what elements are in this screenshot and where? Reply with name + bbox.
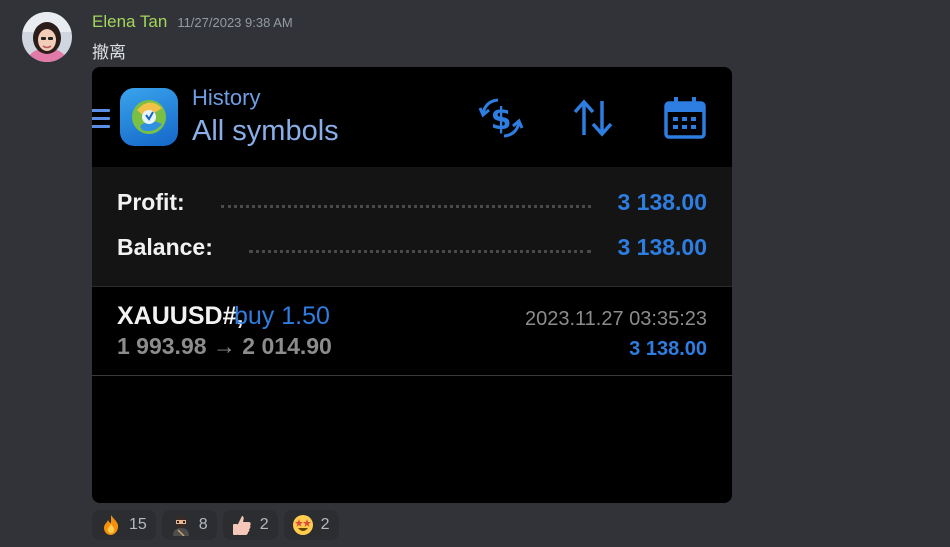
- reaction-thumbs-up[interactable]: 2: [222, 510, 278, 540]
- message-text: 撤离: [92, 43, 126, 63]
- deal-row: XAUUSD#, buy 1.50 1 993.98 → 2 014.90 20…: [92, 288, 732, 376]
- reactions-bar: 15 8 2 2: [92, 510, 339, 540]
- balance-row: Balance: 3 138.00: [117, 234, 707, 264]
- symbols-filter: All symbols: [192, 115, 339, 147]
- menu-icon: [92, 109, 110, 129]
- reaction-count: 2: [259, 516, 269, 533]
- image-attachment[interactable]: History All symbols $ Profit: 3 138.00 B…: [92, 67, 732, 503]
- author-name[interactable]: Elena Tan: [92, 12, 167, 32]
- reaction-fire[interactable]: 15: [92, 510, 156, 540]
- reaction-count: 2: [320, 516, 330, 533]
- currency-exchange-icon: $: [478, 95, 524, 145]
- reaction-star-struck[interactable]: 2: [283, 510, 339, 540]
- metatrader-app-icon: [120, 88, 178, 146]
- message-header: Elena Tan 11/27/2023 9:38 AM: [92, 12, 293, 34]
- balance-label: Balance:: [117, 234, 213, 260]
- history-summary: Profit: 3 138.00 Balance: 3 138.00: [92, 167, 732, 287]
- ninja-emoji-icon: [172, 516, 189, 536]
- app-toolbar: History All symbols $: [92, 67, 732, 167]
- avatar[interactable]: [22, 12, 72, 62]
- message-timestamp: 11/27/2023 9:38 AM: [177, 15, 293, 30]
- profit-label: Profit:: [117, 189, 185, 215]
- star-struck-emoji-icon: [292, 515, 313, 535]
- reaction-count: 8: [198, 516, 208, 533]
- thumbs-up-emoji-icon: [232, 516, 251, 535]
- reaction-count: 15: [129, 516, 147, 533]
- leader-dots: [249, 250, 591, 254]
- chat-message: Elena Tan 11/27/2023 9:38 AM 撤离 History …: [0, 0, 950, 547]
- deal-profit: 3 138.00: [629, 338, 707, 360]
- fire-emoji-icon: [104, 515, 119, 535]
- sort-icon: [570, 95, 616, 145]
- profit-row: Profit: 3 138.00: [117, 189, 707, 219]
- deal-type: buy 1.50: [234, 302, 330, 330]
- deal-symbol: XAUUSD#,: [117, 302, 244, 330]
- balance-value: 3 138.00: [617, 234, 707, 260]
- profit-value: 3 138.00: [617, 189, 707, 215]
- deal-time: 2023.11.27 03:35:23: [524, 308, 707, 330]
- deal-prices: 1 993.98 → 2 014.90: [117, 333, 332, 359]
- leader-dots: [221, 205, 591, 209]
- svg-text:$: $: [491, 102, 512, 137]
- reaction-ninja[interactable]: 8: [161, 510, 217, 540]
- screen-title: History: [192, 85, 261, 110]
- calendar-icon: [662, 95, 708, 145]
